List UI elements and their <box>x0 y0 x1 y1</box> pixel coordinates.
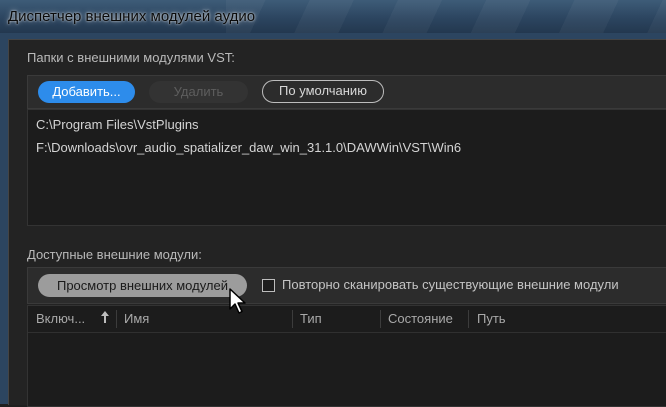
window-title-bar[interactable]: Диспетчер внешних модулей аудио <box>0 0 666 50</box>
column-separator[interactable] <box>116 310 117 328</box>
available-modules-label: Доступные внешние модули: <box>27 247 202 262</box>
window-title: Диспетчер внешних модулей аудио <box>8 8 256 25</box>
folder-path-item[interactable]: F:\Downloads\ovr_audio_spatializer_daw_w… <box>36 140 461 155</box>
vst-folder-list[interactable]: C:\Program Files\VstPlugins F:\Downloads… <box>27 109 666 226</box>
column-name[interactable]: Имя <box>124 311 149 326</box>
column-separator[interactable] <box>292 310 293 328</box>
dialog-body: Папки с внешними модулями VST: Добавить.… <box>8 39 666 407</box>
column-type[interactable]: Тип <box>300 311 322 326</box>
rescan-checkbox-label[interactable]: Повторно сканировать существующие внешни… <box>282 277 619 292</box>
available-modules-toolbar: Просмотр внешних модулей Повторно сканир… <box>27 267 666 304</box>
column-enabled[interactable]: Включ... <box>36 311 85 326</box>
folder-path-item[interactable]: C:\Program Files\VstPlugins <box>36 117 199 132</box>
mouse-pointer-icon <box>228 287 248 318</box>
modules-table: Включ... Имя Тип Состояние Путь <box>27 305 666 407</box>
column-path[interactable]: Путь <box>477 311 506 326</box>
default-folders-button[interactable]: По умолчанию <box>262 80 384 103</box>
column-separator[interactable] <box>380 310 381 328</box>
vst-folders-toolbar: Добавить... Удалить По умолчанию <box>27 75 666 109</box>
remove-folder-button[interactable]: Удалить <box>149 81 248 103</box>
modules-table-header: Включ... Имя Тип Состояние Путь <box>28 306 666 333</box>
column-status[interactable]: Состояние <box>388 311 453 326</box>
rescan-checkbox[interactable] <box>262 279 275 292</box>
add-folder-button[interactable]: Добавить... <box>38 81 135 103</box>
arrow-up-icon[interactable] <box>100 310 110 327</box>
column-separator[interactable] <box>468 310 469 328</box>
vst-folders-label: Папки с внешними модулями VST: <box>27 50 235 65</box>
scan-modules-button[interactable]: Просмотр внешних модулей <box>38 274 247 297</box>
